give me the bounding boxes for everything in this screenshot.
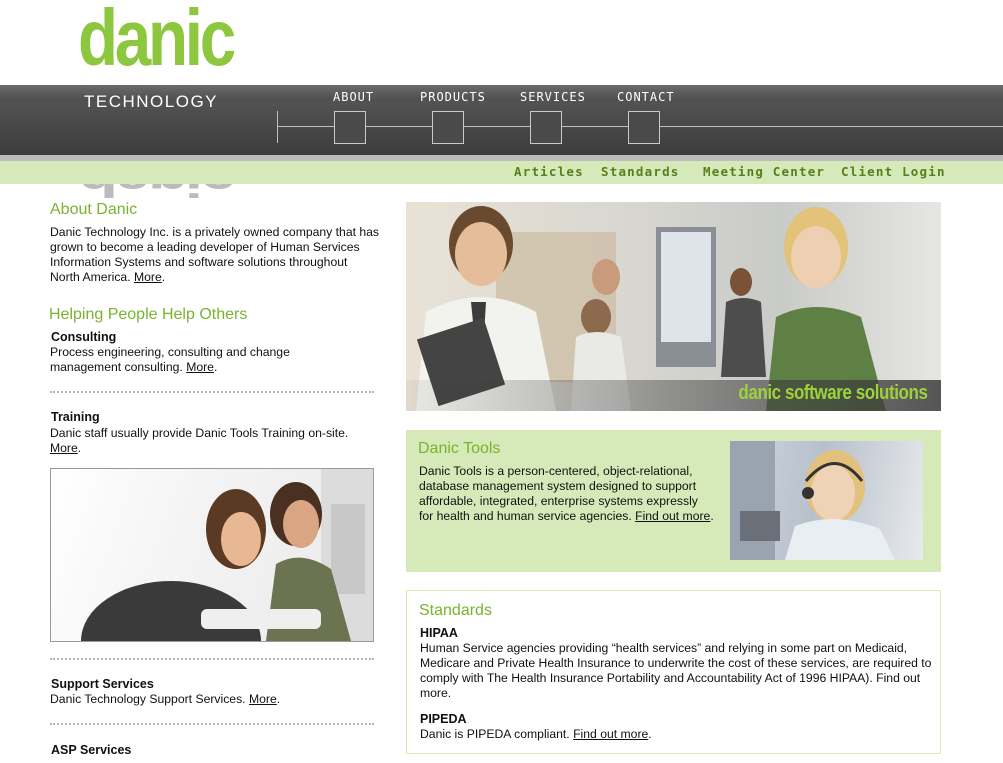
consulting-text: Process engineering, consulting and chan… (50, 345, 290, 374)
tools-more-link[interactable]: Find out more (635, 509, 710, 523)
tools-photo-art (730, 441, 895, 560)
training-more-link[interactable]: More (50, 441, 78, 455)
training-body: Danic staff usually provide Danic Tools … (50, 426, 349, 440)
pipeda-title: PIPEDA (420, 712, 467, 726)
training-photo-art (81, 469, 373, 641)
divider (50, 723, 374, 725)
subnav-client-login[interactable]: Client Login (841, 164, 946, 179)
subnav-articles[interactable]: Articles (514, 164, 584, 179)
nav-services[interactable]: SERVICES (520, 90, 586, 104)
hipaa-text: Human Service agencies providing “health… (420, 641, 932, 700)
tools-text: Danic Tools is a person-centered, object… (419, 464, 714, 523)
consulting-body: Process engineering, consulting and chan… (50, 345, 290, 374)
subnav-standards[interactable]: Standards (601, 164, 680, 179)
hero-banner: danic software solutions (406, 202, 941, 411)
training-title: Training (51, 410, 100, 424)
about-title: About Danic (50, 201, 138, 218)
logo-subtitle: TECHNOLOGY (84, 92, 219, 111)
nav-tick (277, 111, 278, 143)
nav-products-box[interactable] (432, 111, 464, 144)
divider (50, 658, 374, 660)
pipeda-text: Danic is PIPEDA compliant. Find out more… (420, 727, 652, 741)
tools-photo (730, 441, 923, 560)
training-photo (50, 468, 374, 642)
nav-about-box[interactable] (334, 111, 366, 144)
hero-caption: danic software solutions (737, 382, 928, 404)
asp-title: ASP Services (51, 743, 132, 757)
nav-services-box[interactable] (530, 111, 562, 144)
pipeda-more-link[interactable]: Find out more (573, 727, 648, 741)
subnav-meeting-center[interactable]: Meeting Center (703, 164, 825, 179)
support-body: Danic Technology Support Services. (50, 692, 246, 706)
pipeda-body: Danic is PIPEDA compliant. (420, 727, 570, 741)
nav-contact[interactable]: CONTACT (617, 90, 675, 104)
consulting-more-link[interactable]: More (186, 360, 214, 374)
nav-about[interactable]: ABOUT (333, 90, 374, 104)
about-body: Danic Technology Inc. is a privately own… (50, 225, 380, 284)
consulting-title: Consulting (51, 330, 117, 344)
support-more-link[interactable]: More (249, 692, 277, 706)
divider (50, 391, 374, 393)
nav-products[interactable]: PRODUCTS (420, 90, 486, 104)
standards-title: Standards (419, 602, 492, 619)
about-more-link[interactable]: More (134, 270, 162, 284)
support-text: Danic Technology Support Services. More. (50, 692, 281, 706)
helping-title: Helping People Help Others (49, 306, 248, 323)
about-text: Danic Technology Inc. is a privately own… (50, 225, 380, 284)
hipaa-title: HIPAA (420, 626, 458, 640)
support-title: Support Services (51, 677, 154, 691)
tools-title: Danic Tools (418, 440, 501, 457)
logo-wordmark[interactable]: danic (78, 0, 236, 78)
training-text: Danic staff usually provide Danic Tools … (50, 426, 349, 455)
nav-contact-box[interactable] (628, 111, 660, 144)
